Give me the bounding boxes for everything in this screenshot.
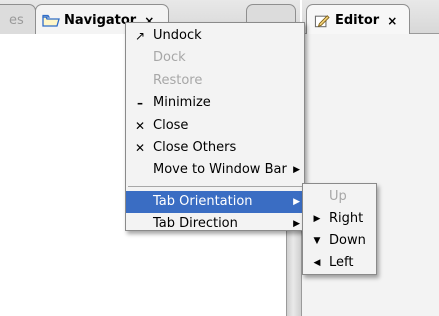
menu-item-label: Tab Orientation <box>153 193 253 209</box>
submenu-item-left[interactable]: ◀ Left <box>303 252 376 274</box>
submenu-item-label: Left <box>329 255 354 270</box>
tab-context-menu: ↗ Undock Dock Restore – Minimize ✕ Close… <box>125 22 305 231</box>
menu-item-label: Tab Direction <box>153 216 238 232</box>
menu-item-label: Undock <box>153 28 202 43</box>
menu-item-close-others[interactable]: ✕ Close Others <box>126 137 304 159</box>
submenu-item-up: Up <box>303 186 376 208</box>
arrow-left-icon: ◀ <box>313 258 321 268</box>
menu-item-restore: Restore <box>126 70 304 92</box>
menu-item-tab-direction[interactable]: Tab Direction ▶ <box>126 213 304 235</box>
menu-item-minimize[interactable]: – Minimize <box>126 92 304 114</box>
menu-item-move-to-window-bar[interactable]: Move to Window Bar ▶ <box>126 159 304 181</box>
minimize-icon: – <box>137 96 143 111</box>
folder-icon <box>42 14 60 27</box>
right-tab-strip: Editor × <box>246 0 439 36</box>
menu-item-label: Minimize <box>153 95 211 111</box>
undock-arrow-icon: ↗ <box>134 29 146 43</box>
menu-item-dock: Dock <box>126 47 304 69</box>
tab-editor-close-icon[interactable]: × <box>387 14 397 28</box>
menu-item-label: Move to Window Bar <box>153 162 287 178</box>
submenu-arrow-icon: ▶ <box>293 165 300 176</box>
menu-separator <box>128 185 302 187</box>
tab-editor-label: Editor <box>335 13 380 28</box>
submenu-item-right[interactable]: ▶ Right <box>303 208 376 230</box>
menu-item-tab-orientation[interactable]: Tab Orientation ▶ <box>126 190 304 214</box>
tab-editor[interactable]: Editor × <box>306 4 410 36</box>
menu-item-label: Close <box>153 117 189 133</box>
submenu-item-label: Right <box>329 211 364 226</box>
submenu-item-label: Down <box>329 233 366 248</box>
tab-resources-label: es <box>9 12 24 28</box>
submenu-item-label: Up <box>329 189 347 204</box>
close-others-icon: ✕ <box>134 140 146 155</box>
submenu-arrow-icon: ▶ <box>293 196 300 207</box>
menu-item-label: Restore <box>153 72 203 88</box>
menu-item-label: Close Others <box>153 139 237 155</box>
close-icon: ✕ <box>134 118 146 133</box>
tab-resources[interactable]: es <box>0 4 36 35</box>
menu-item-undock[interactable]: ↗ Undock <box>126 25 304 47</box>
edit-icon <box>314 14 330 27</box>
tab-orientation-submenu: Up ▶ Right ▼ Down ◀ Left <box>302 183 377 275</box>
submenu-arrow-icon: ▶ <box>293 219 300 230</box>
submenu-item-down[interactable]: ▼ Down <box>303 230 376 252</box>
menu-item-close[interactable]: ✕ Close <box>126 115 304 137</box>
menu-item-label: Dock <box>153 50 186 66</box>
arrow-down-icon: ▼ <box>313 236 321 246</box>
arrow-right-icon: ▶ <box>313 214 321 224</box>
